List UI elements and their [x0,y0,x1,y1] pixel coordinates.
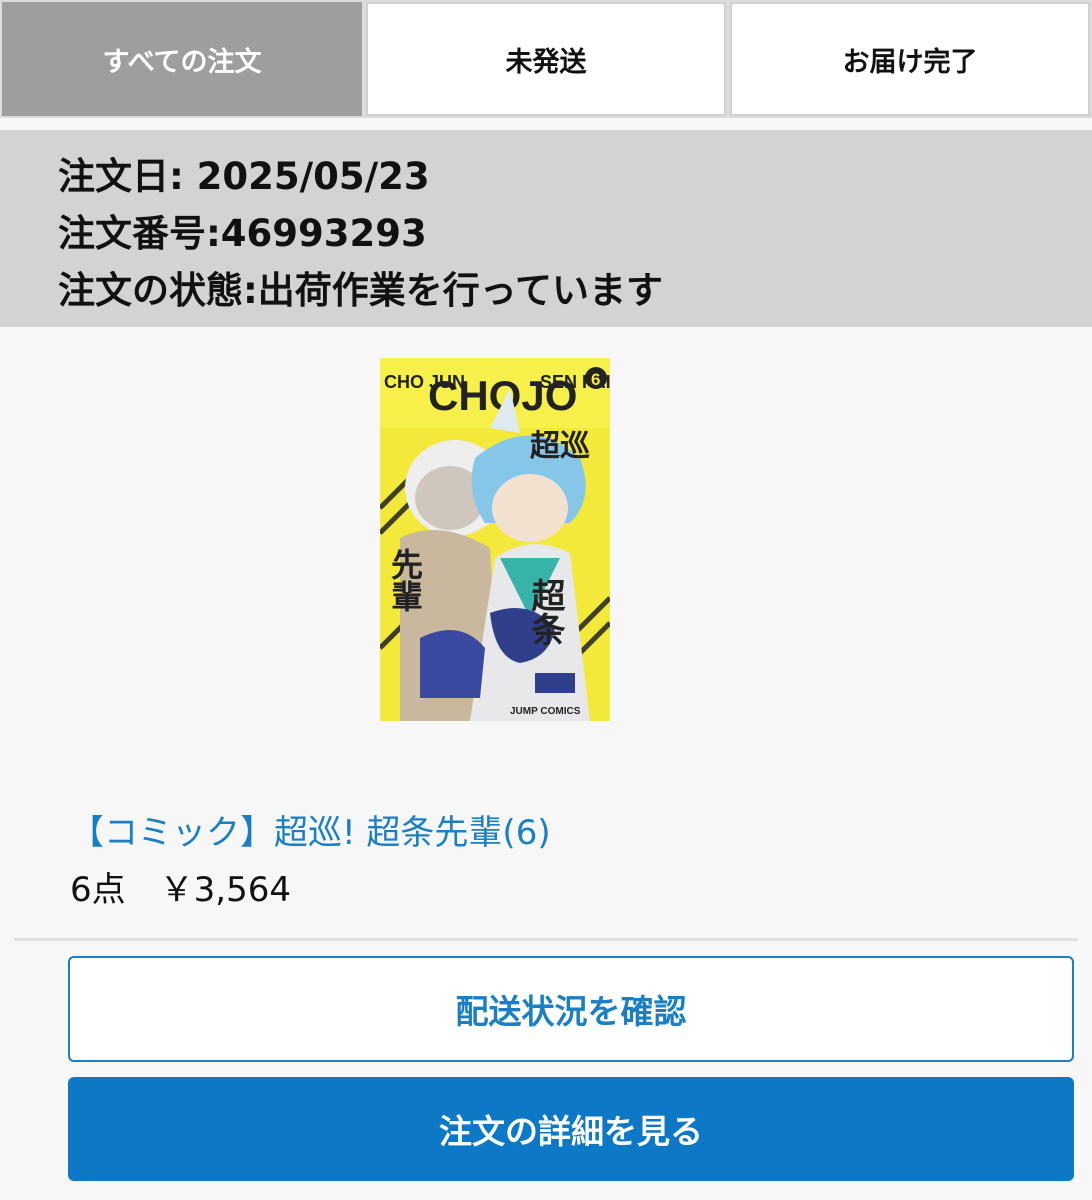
product-cover-image[interactable]: CHO JUN CHOJO SEN PAI 6 超巡 超条 先輩 JUMP CO… [380,358,610,721]
order-status: 注文の状態:出荷作業を行っています [58,269,663,312]
order-filter-tabs: すべての注文 未発送 お届け完了 [0,0,1092,118]
comic-cover-art: CHO JUN CHOJO SEN PAI 6 超巡 超条 先輩 JUMP CO… [380,358,610,721]
order-date: 注文日: 2025/05/23 [58,155,430,198]
cover-volume: 6 [591,370,600,389]
order-summary-header: 注文日: 2025/05/23 注文番号:46993293 注文の状態:出荷作業… [0,130,1092,327]
cover-title-c: 先輩 [386,548,424,612]
order-number: 注文番号:46993293 [58,212,427,255]
cover-title-b: 超条 [525,578,565,646]
divider [14,938,1078,941]
tab-not-shipped[interactable]: 未発送 [366,2,726,116]
tab-all-orders[interactable]: すべての注文 [2,2,362,116]
cover-publisher: JUMP COMICS [510,706,581,717]
product-quantity-price: 6点 ￥3,564 [70,870,291,910]
view-order-details-button[interactable]: 注文の詳細を見る [68,1077,1074,1181]
cover-title-a: 超巡 [530,429,590,464]
product-title-link[interactable]: 【コミック】超巡! 超条先輩(6) [70,805,551,854]
tab-delivered[interactable]: お届け完了 [730,2,1090,116]
track-shipment-button[interactable]: 配送状況を確認 [68,956,1074,1062]
